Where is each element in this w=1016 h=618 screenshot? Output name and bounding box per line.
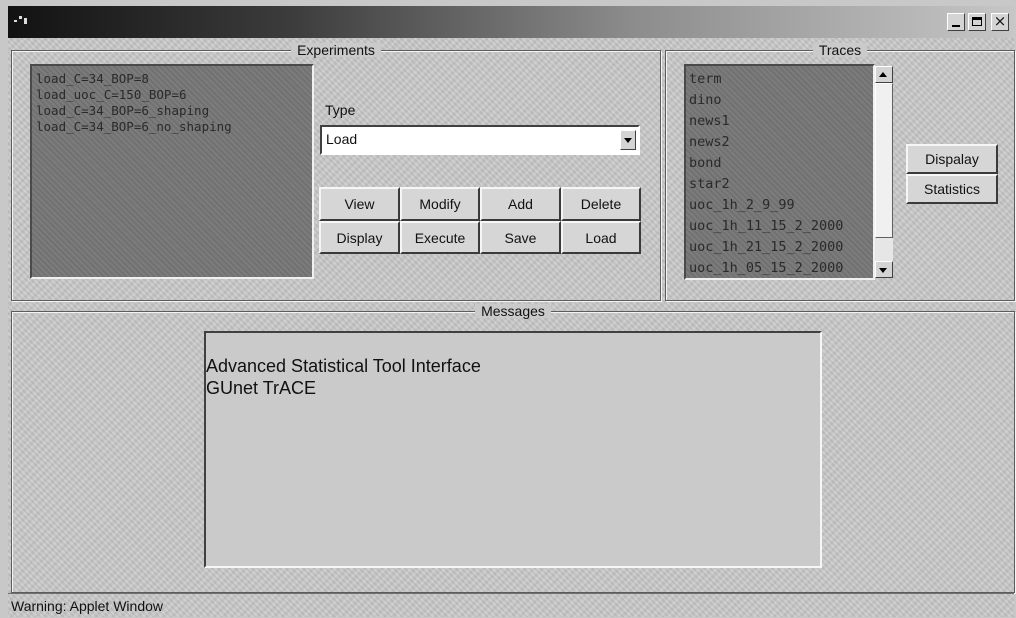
scroll-down-button[interactable] — [875, 261, 893, 278]
list-item[interactable]: bond — [686, 153, 853, 174]
experiments-list[interactable]: load_C=34_BOP=8 load_uoc_C=150_BOP=6 loa… — [30, 64, 314, 279]
maximize-button[interactable] — [968, 13, 986, 31]
dropdown-button[interactable] — [620, 130, 636, 150]
trace-display-button[interactable]: Dispalay — [906, 144, 998, 174]
list-item[interactable]: load_C=34_BOP=6_no_shaping — [32, 119, 312, 135]
app-icon[interactable] — [14, 16, 28, 26]
experiments-legend: Experiments — [291, 43, 381, 57]
chevron-down-icon — [624, 138, 632, 143]
view-button[interactable]: View — [319, 187, 400, 221]
close-icon: × — [993, 12, 1007, 30]
messages-legend: Messages — [475, 304, 551, 318]
modify-button[interactable]: Modify — [400, 187, 480, 221]
maximize-icon — [972, 17, 982, 26]
minimize-button[interactable] — [947, 13, 965, 31]
list-item[interactable]: load_C=34_BOP=8 — [32, 71, 312, 87]
type-select-value: Load — [326, 131, 358, 147]
display-button[interactable]: Display — [319, 221, 400, 254]
list-item[interactable]: dino — [686, 90, 853, 111]
list-item[interactable]: news2 — [686, 132, 853, 153]
load-button[interactable]: Load — [561, 221, 641, 254]
title-bar[interactable]: × — [8, 6, 1014, 38]
list-item[interactable]: uoc_1h_05_15_2_2000 — [686, 258, 853, 278]
list-item[interactable]: load_C=34_BOP=6_shaping — [32, 103, 312, 119]
traces-list[interactable]: term dino news1 news2 bond star2 uoc_1h_… — [684, 64, 875, 280]
type-select[interactable]: Load — [320, 125, 640, 155]
statistics-button[interactable]: Statistics — [906, 174, 998, 204]
traces-scrollbar[interactable] — [875, 66, 893, 278]
minimize-icon — [952, 25, 960, 27]
add-button[interactable]: Add — [480, 187, 561, 221]
traces-legend: Traces — [812, 43, 868, 57]
list-item[interactable]: uoc_1h_21_15_2_2000 — [686, 237, 853, 258]
messages-area[interactable]: Advanced Statistical Tool Interface GUne… — [204, 331, 822, 568]
message-line: Advanced Statistical Tool Interface — [206, 356, 481, 376]
arrow-up-icon — [879, 72, 887, 77]
scroll-up-button[interactable] — [875, 66, 893, 83]
type-label: Type — [325, 102, 356, 118]
list-item[interactable]: star2 — [686, 174, 853, 195]
list-item[interactable]: news1 — [686, 111, 853, 132]
list-item[interactable]: uoc_1h_2_9_99 — [686, 195, 853, 216]
list-item[interactable]: term — [686, 69, 853, 90]
status-bar: Warning: Applet Window — [8, 593, 1014, 617]
scroll-thumb[interactable] — [875, 83, 893, 238]
list-item[interactable]: uoc_1h_11_15_2_2000 — [686, 216, 853, 237]
message-line: GUnet TrACE — [206, 378, 317, 398]
arrow-down-icon — [879, 268, 887, 273]
delete-button[interactable]: Delete — [561, 187, 641, 221]
list-item[interactable]: load_uoc_C=150_BOP=6 — [32, 87, 312, 103]
save-button[interactable]: Save — [480, 221, 561, 254]
execute-button[interactable]: Execute — [400, 221, 480, 254]
close-button[interactable]: × — [991, 12, 1009, 31]
applet-client-area: Experiments load_C=34_BOP=8 load_uoc_C=1… — [8, 38, 1015, 617]
